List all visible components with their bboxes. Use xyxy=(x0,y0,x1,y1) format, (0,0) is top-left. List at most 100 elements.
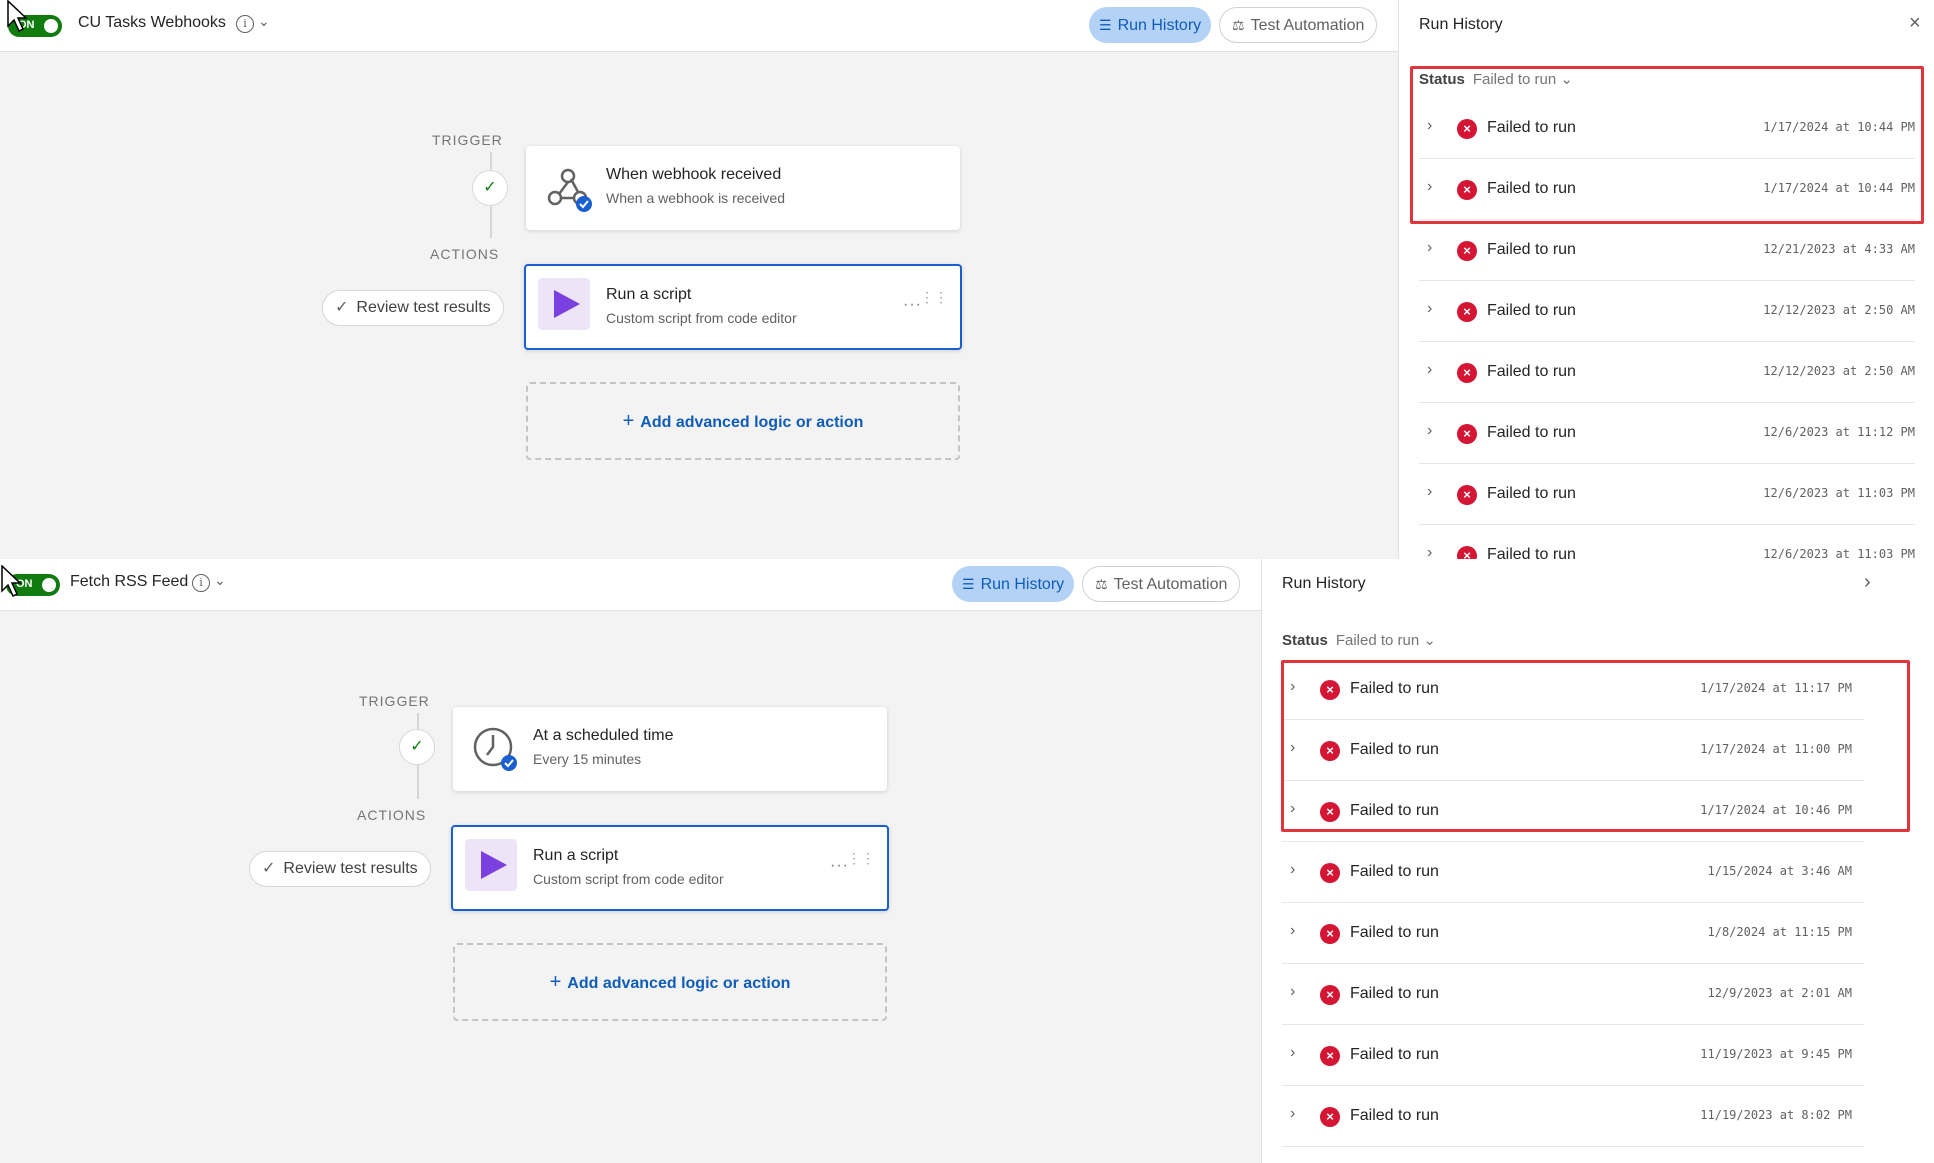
trigger-card[interactable]: At a scheduled time Every 15 minutes xyxy=(453,707,887,791)
run-status: Failed to run xyxy=(1350,802,1439,819)
status-value: Failed to run xyxy=(1472,71,1557,88)
chevron-right-icon[interactable]: › xyxy=(1864,571,1871,594)
chevron-right-icon[interactable]: › xyxy=(1427,422,1432,440)
status-filter[interactable]: Status Failed to run ⌄ xyxy=(1282,631,1436,649)
run-timestamp: 1/8/2024 at 11:15 PM xyxy=(1707,925,1853,939)
actions-label: ACTIONS xyxy=(430,246,500,262)
run-row[interactable]: › × Failed to run 1/15/2024 at 3:46 AM xyxy=(1282,843,1864,903)
status-filter[interactable]: Status Failed to run ⌄ xyxy=(1419,70,1573,88)
test-automation-button[interactable]: ⚖ Test Automation xyxy=(1219,7,1378,43)
run-history-button[interactable]: ☰ Run History xyxy=(952,566,1075,602)
run-row[interactable]: › × Failed to run 12/6/2023 at 11:12 PM xyxy=(1419,404,1915,464)
run-row[interactable]: › × Failed to run 12/12/2023 at 2:50 AM xyxy=(1419,282,1915,342)
chevron-right-icon[interactable]: › xyxy=(1427,239,1432,257)
add-logic-action-button[interactable]: + Add advanced logic or action xyxy=(453,943,887,1021)
run-status: Failed to run xyxy=(1487,241,1576,258)
failed-icon: × xyxy=(1320,985,1340,1005)
run-row[interactable]: › × Failed to run 11/19/2023 at 9:45 PM xyxy=(1282,1026,1864,1086)
chevron-right-icon[interactable]: › xyxy=(1427,300,1432,318)
action-title: Run a script xyxy=(606,286,692,303)
run-timestamp: 1/17/2024 at 11:00 PM xyxy=(1700,742,1852,756)
status-key: Status xyxy=(1282,632,1328,649)
run-row[interactable]: › × Failed to run 1/17/2024 at 10:44 PM xyxy=(1419,99,1915,159)
chevron-down-icon: ⌄ xyxy=(1560,71,1573,88)
failed-icon: × xyxy=(1320,680,1340,700)
run-row[interactable]: › × Failed to run 12/21/2023 at 4:33 AM xyxy=(1419,221,1915,281)
chevron-right-icon[interactable]: › xyxy=(1290,983,1295,1001)
run-history-button[interactable]: ☰ Run History xyxy=(1089,7,1212,43)
run-timestamp: 1/15/2024 at 3:46 AM xyxy=(1707,864,1853,878)
review-test-results-button[interactable]: ✓ Review test results xyxy=(249,851,431,887)
drag-handle-icon[interactable]: ⋮⋮ xyxy=(847,851,875,865)
list-icon: ☰ xyxy=(962,576,975,592)
run-timestamp: 12/21/2023 at 4:33 AM xyxy=(1763,242,1915,256)
flow-header: ON CU Tasks Webhooks i ⌄ ☰ Run History ⚖ T… xyxy=(0,0,1398,52)
failed-icon: × xyxy=(1457,424,1477,444)
add-logic-action-button[interactable]: + Add advanced logic or action xyxy=(526,382,960,460)
run-timestamp: 12/6/2023 at 11:03 PM xyxy=(1763,547,1915,559)
list-icon: ☰ xyxy=(1099,17,1112,33)
test-automation-label: Test Automation xyxy=(1250,17,1365,34)
mouse-cursor-icon xyxy=(7,0,28,33)
run-status: Failed to run xyxy=(1350,741,1439,758)
add-label: Add advanced logic or action xyxy=(567,975,791,992)
chevron-right-icon[interactable]: › xyxy=(1290,1105,1295,1123)
check-icon: ✓ xyxy=(335,299,349,316)
chevron-down-icon: ⌄ xyxy=(1423,632,1436,649)
chevron-right-icon[interactable]: › xyxy=(1427,544,1432,559)
test-automation-button[interactable]: ⚖ Test Automation xyxy=(1082,566,1241,602)
run-timestamp: 1/17/2024 at 10:46 PM xyxy=(1700,803,1852,817)
run-status: Failed to run xyxy=(1487,119,1576,136)
run-row[interactable]: › × Failed to run 1/17/2024 at 11:17 PM xyxy=(1282,660,1864,720)
status-value: Failed to run xyxy=(1335,632,1420,649)
run-timestamp: 11/19/2023 at 9:45 PM xyxy=(1700,1047,1852,1061)
action-title: Run a script xyxy=(533,847,619,864)
failed-icon: × xyxy=(1457,241,1477,261)
chevron-right-icon[interactable]: › xyxy=(1427,117,1432,135)
flow-header: ON Fetch RSS Feed i ⌄ ☰ Run History ⚖ Test… xyxy=(0,559,1261,611)
info-icon[interactable]: i xyxy=(192,574,210,592)
run-row[interactable]: › × Failed to run 1/17/2024 at 10:44 PM xyxy=(1419,160,1915,220)
chevron-right-icon[interactable]: › xyxy=(1290,739,1295,757)
chevron-right-icon[interactable]: › xyxy=(1427,178,1432,196)
action-subtitle: Custom script from code editor xyxy=(606,310,797,326)
run-row[interactable]: › × Failed to run 12/6/2023 at 11:03 PM xyxy=(1419,465,1915,525)
run-row[interactable]: › × Failed to run 12/12/2023 at 2:50 AM xyxy=(1419,343,1915,403)
run-row[interactable]: › × Failed to run 12/9/2023 at 2:01 AM xyxy=(1282,965,1864,1025)
chevron-down-icon[interactable]: ⌄ xyxy=(214,572,226,589)
close-icon[interactable]: × xyxy=(1909,12,1921,35)
review-test-results-button[interactable]: ✓ Review test results xyxy=(322,290,504,326)
chevron-right-icon[interactable]: › xyxy=(1290,800,1295,818)
chevron-right-icon[interactable]: › xyxy=(1290,861,1295,879)
test-automation-label: Test Automation xyxy=(1113,576,1228,593)
chevron-right-icon[interactable]: › xyxy=(1427,361,1432,379)
chevron-right-icon[interactable]: › xyxy=(1427,483,1432,501)
run-status: Failed to run xyxy=(1487,363,1576,380)
play-icon xyxy=(538,278,590,330)
drag-handle-icon[interactable]: ⋮⋮ xyxy=(920,290,948,304)
plus-icon: + xyxy=(549,971,562,993)
run-history-panel: Run History › Status Failed to run ⌄ › × Fa… xyxy=(1261,559,1934,1163)
mouse-cursor-icon xyxy=(1,565,22,598)
action-card[interactable]: Run a script Custom script from code edi… xyxy=(524,264,962,350)
run-row[interactable]: › × Failed to run 1/17/2024 at 10:46 PM xyxy=(1282,782,1864,842)
webhook-icon xyxy=(542,162,594,214)
run-timestamp: 12/9/2023 at 2:01 AM xyxy=(1707,986,1853,1000)
chevron-right-icon[interactable]: › xyxy=(1290,1044,1295,1062)
action-card[interactable]: Run a script Custom script from code edi… xyxy=(451,825,889,911)
chevron-down-icon[interactable]: ⌄ xyxy=(258,13,270,30)
info-icon[interactable]: i xyxy=(236,15,254,33)
run-status: Failed to run xyxy=(1350,680,1439,697)
trigger-card[interactable]: When webhook received When a webhook is … xyxy=(526,146,960,230)
trigger-title: When webhook received xyxy=(606,166,782,183)
run-row[interactable]: › × Failed to run 1/8/2024 at 11:15 PM xyxy=(1282,904,1864,964)
run-row[interactable]: › × Failed to run 1/17/2024 at 11:00 PM xyxy=(1282,721,1864,781)
run-row[interactable]: › × Failed to run 11/19/2023 at 8:02 PM xyxy=(1282,1087,1864,1147)
chevron-right-icon[interactable]: › xyxy=(1290,678,1295,696)
run-timestamp: 1/17/2024 at 10:44 PM xyxy=(1763,181,1915,195)
run-history-title: Run History xyxy=(1419,16,1503,33)
run-row[interactable]: › × Failed to run 12/6/2023 at 11:03 PM xyxy=(1419,526,1915,559)
chevron-right-icon[interactable]: › xyxy=(1290,922,1295,940)
failed-icon: × xyxy=(1457,485,1477,505)
run-timestamp: 1/17/2024 at 11:17 PM xyxy=(1700,681,1852,695)
